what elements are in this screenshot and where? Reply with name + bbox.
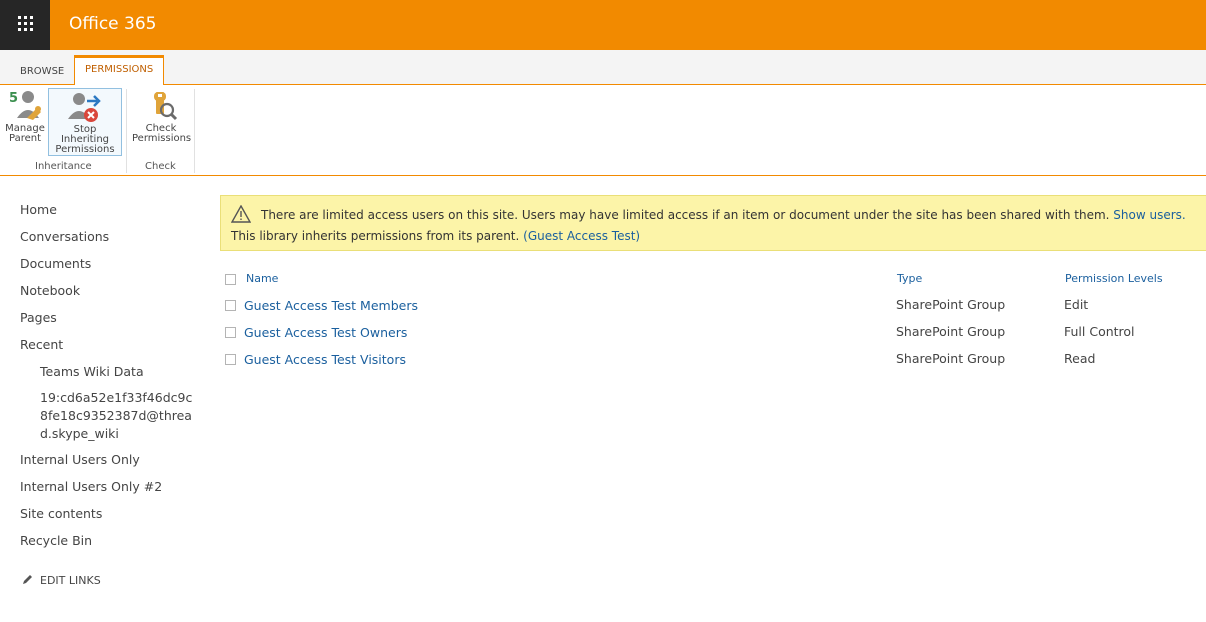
waffle-icon <box>18 16 33 31</box>
manage-parent-button[interactable]: 5 Manage Parent <box>4 88 46 150</box>
manage-parent-icon: 5 <box>9 91 41 120</box>
stop-inheriting-label-2: Permissions <box>55 144 115 155</box>
check-permissions-button[interactable]: Check Permissions <box>132 88 192 150</box>
nav-item-internal-users-only[interactable]: Internal Users Only <box>20 452 140 467</box>
edit-links-button[interactable]: EDIT LINKS <box>22 573 101 587</box>
show-users-link[interactable]: Show users. <box>1113 208 1185 222</box>
manage-parent-label-2: Parent <box>8 133 41 144</box>
column-header-type[interactable]: Type <box>897 272 922 285</box>
stop-inheriting-label-1: Stop Inheriting <box>60 124 110 145</box>
group-permission-level: Read <box>1064 351 1096 366</box>
ribbon-group-separator <box>126 89 127 173</box>
parent-site-link[interactable]: (Guest Access Test) <box>523 229 640 243</box>
nav-item-site-contents[interactable]: Site contents <box>20 506 102 521</box>
limited-access-notice: There are limited access users on this s… <box>220 195 1206 251</box>
ribbon-group-separator <box>194 89 195 173</box>
nav-item-internal-users-only-2[interactable]: Internal Users Only #2 <box>20 479 162 494</box>
column-header-name[interactable]: Name <box>246 272 278 285</box>
notice-inherits-text: This library inherits permissions from i… <box>231 229 520 243</box>
nav-item-recycle-bin[interactable]: Recycle Bin <box>20 533 92 548</box>
nav-item-notebook[interactable]: Notebook <box>20 283 80 298</box>
ribbon: 5 Manage Parent Stop Inheriting Permissi… <box>0 85 1206 176</box>
group-name-link[interactable]: Guest Access Test Members <box>244 298 418 313</box>
select-all-checkbox[interactable] <box>225 274 236 285</box>
tab-browse[interactable]: BROWSE <box>20 66 64 77</box>
group-name-link[interactable]: Guest Access Test Owners <box>244 325 407 340</box>
nav-item-documents[interactable]: Documents <box>20 256 91 271</box>
row-checkbox[interactable] <box>225 327 236 338</box>
nav-item-home[interactable]: Home <box>20 202 57 217</box>
suite-bar: Office 365 <box>0 0 1206 50</box>
suite-title[interactable]: Office 365 <box>69 14 156 34</box>
ribbon-tab-bar: BROWSE PERMISSIONS <box>0 50 1206 88</box>
nav-subitem-skype-wiki-line1[interactable]: 19:cd6a52e1f33f46dc9c <box>40 390 192 405</box>
nav-subitem-skype-wiki-line3[interactable]: d.skype_wiki <box>40 426 119 441</box>
nav-item-conversations[interactable]: Conversations <box>20 229 109 244</box>
group-label-check: Check <box>145 161 176 172</box>
pencil-icon <box>23 575 32 584</box>
notice-line-1: There are limited access users on this s… <box>261 208 1186 222</box>
row-checkbox[interactable] <box>225 354 236 365</box>
nav-subitem-teams-wiki-data[interactable]: Teams Wiki Data <box>40 364 144 379</box>
group-type: SharePoint Group <box>896 324 1006 339</box>
group-permission-level: Edit <box>1064 297 1089 312</box>
notice-limited-access-text: There are limited access users on this s… <box>261 208 1110 222</box>
svg-text:5: 5 <box>9 91 18 106</box>
group-permission-level: Full Control <box>1064 324 1135 339</box>
nav-subitem-skype-wiki-line2[interactable]: 8fe18c9352387d@threa <box>40 408 192 423</box>
group-type: SharePoint Group <box>896 297 1006 312</box>
edit-links-label: EDIT LINKS <box>40 574 101 587</box>
group-name-link[interactable]: Guest Access Test Visitors <box>244 352 406 367</box>
group-label-inheritance: Inheritance <box>35 161 92 172</box>
group-type: SharePoint Group <box>896 351 1006 366</box>
stop-inheriting-icon <box>68 93 101 122</box>
app-launcher-button[interactable] <box>0 0 50 50</box>
nav-item-pages[interactable]: Pages <box>20 310 57 325</box>
notice-line-2: This library inherits permissions from i… <box>231 229 640 243</box>
nav-item-recent[interactable]: Recent <box>20 337 63 352</box>
check-permissions-icon <box>154 92 178 121</box>
row-checkbox[interactable] <box>225 300 236 311</box>
column-header-permission-levels[interactable]: Permission Levels <box>1065 272 1163 285</box>
tab-permissions[interactable]: PERMISSIONS <box>74 55 165 88</box>
stop-inheriting-button[interactable]: Stop Inheriting Permissions <box>48 88 122 156</box>
warning-icon <box>231 205 251 223</box>
check-permissions-label-2: Permissions <box>132 133 192 144</box>
